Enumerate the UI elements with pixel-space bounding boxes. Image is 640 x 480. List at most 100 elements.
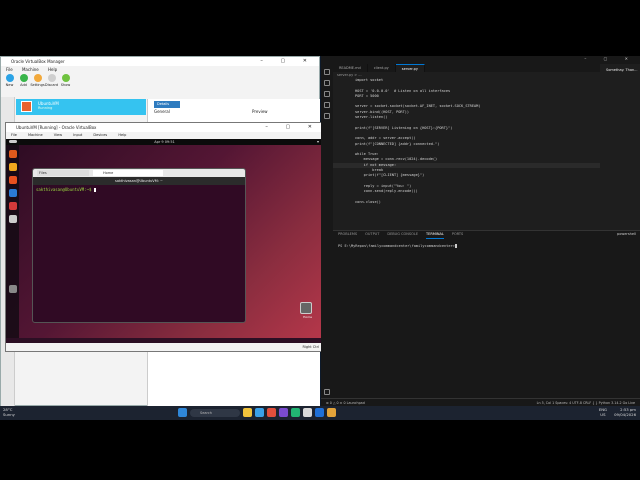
tab-ports[interactable]: PORTS [452, 231, 463, 239]
panel-tabs: PROBLEMS OUTPUT DEBUG CONSOLE TERMINAL P… [333, 231, 640, 239]
details-button[interactable]: Details [154, 101, 180, 108]
source-control-icon[interactable] [324, 91, 330, 97]
terminal-profile[interactable]: powershell [617, 231, 636, 238]
vm-menu-view[interactable]: View [54, 133, 62, 137]
start-icon[interactable] [178, 408, 187, 417]
help-icon[interactable] [8, 189, 17, 197]
terminal-dock-icon[interactable] [8, 285, 17, 293]
activity-bar [321, 64, 333, 398]
store-icon[interactable] [291, 408, 300, 417]
task-view-icon[interactable] [243, 408, 252, 417]
tab-client[interactable]: client.py [368, 64, 396, 72]
secondary-side-panel: Somethay. Than... [603, 64, 640, 89]
explorer-icon[interactable] [324, 69, 330, 75]
vm-title-bar: UbuntuVM [Running] - Oracle VirtualBox –… [6, 123, 323, 132]
account-icon[interactable] [324, 389, 330, 395]
vm-menu-bar: File Machine View Input Devices Help [6, 132, 323, 139]
trash-dock-icon[interactable] [8, 215, 17, 223]
side-panel-text: Somethay. Than... [606, 68, 638, 72]
weather-desc: Sunny [3, 411, 15, 417]
editor-tabs: README.md client.py server.py [333, 64, 600, 72]
vscode-title-bar: – ▢ ✕ [321, 56, 640, 64]
home-tab[interactable]: Home [93, 170, 163, 176]
code-line[interactable]: conn.close() [333, 200, 600, 205]
teams-icon[interactable] [279, 408, 288, 417]
vm-menu-help[interactable]: Help [118, 133, 126, 137]
tab-output[interactable]: OUTPUT [365, 231, 379, 239]
files-tab[interactable]: Files [37, 170, 89, 176]
terminal-cursor [93, 188, 96, 192]
vm-list-item[interactable]: UbuntuVM Running [16, 99, 146, 115]
add-icon [19, 74, 28, 82]
files-icon[interactable] [8, 163, 17, 171]
vscode-status-bar: ⊗ 0 △ 0 ⊙ 0 Launchpad Ln 5, Col 1 Spaces… [321, 398, 640, 406]
extensions-icon[interactable] [324, 113, 330, 119]
tab-problems[interactable]: PROBLEMS [338, 231, 357, 239]
software-icon[interactable] [8, 202, 17, 210]
activities-button[interactable] [9, 140, 17, 143]
vm-status-bar: Right Ctrl [6, 343, 323, 351]
powershell-prompt[interactable]: PS E:\MyRepos\familycommandcenter\family… [333, 239, 640, 248]
window-title: Oracle VirtualBox Manager [11, 59, 65, 64]
vm-menu-machine[interactable]: Machine [28, 133, 43, 137]
firefox-icon[interactable] [8, 150, 17, 158]
window-controls[interactable]: – ▢ ✕ [260, 57, 315, 66]
add-button[interactable]: Add [18, 74, 29, 87]
tab-server[interactable]: server.py [395, 64, 425, 72]
vm-window: UbuntuVM [Running] - Oracle VirtualBox –… [5, 122, 324, 352]
menu-machine[interactable]: Machine [22, 67, 39, 72]
ubuntu-dock [6, 145, 19, 338]
vm-state: Running [38, 106, 53, 110]
tab-readme[interactable]: README.md [333, 64, 368, 72]
vscode-window-controls[interactable]: – ▢ ✕ [584, 56, 636, 61]
terminal-window[interactable]: Files Home sakthivasan@UbuntuVM: ~ sakth… [32, 168, 246, 323]
app-center-icon[interactable] [8, 176, 17, 184]
settings-button[interactable]: Settings [30, 74, 45, 87]
file-explorer-icon[interactable] [303, 408, 312, 417]
preview-heading: Preview [252, 109, 268, 114]
office-icon[interactable] [267, 408, 276, 417]
breadcrumb[interactable]: server.py > ... [333, 73, 362, 77]
vm-window-title: UbuntuVM [Running] - Oracle VirtualBox [16, 125, 97, 130]
ubuntu-desktop[interactable]: Apr 9 09:51 ▾ Files Home sakthivasan@Ubu… [6, 139, 323, 338]
desktop: Oracle VirtualBox Manager – ▢ ✕ File Mac… [0, 56, 640, 420]
clock-date: 09/04/2026 [614, 411, 636, 417]
language-indicator[interactable]: ENG US [599, 407, 607, 417]
menu-help[interactable]: Help [48, 67, 57, 72]
home-folder-icon[interactable] [300, 302, 312, 314]
terminal-body[interactable]: sakthivasan@UbuntuVM:~$ [33, 185, 245, 194]
menu-bar: File Machine Help [1, 66, 319, 74]
search-box[interactable]: Search [190, 408, 240, 417]
show-button[interactable]: Show [60, 74, 71, 87]
show-arrow-icon [61, 74, 70, 82]
edge-icon[interactable] [255, 408, 264, 417]
clock[interactable]: 2:53 pm 09/04/2026 [614, 407, 636, 417]
vscode-terminal-cursor [454, 244, 457, 248]
virtualbox-taskbar-icon[interactable] [327, 408, 336, 417]
new-button[interactable]: New [4, 74, 15, 87]
run-debug-icon[interactable] [324, 102, 330, 108]
vm-window-controls[interactable]: – ▢ ✕ [265, 123, 320, 132]
tab-terminal[interactable]: TERMINAL [426, 231, 444, 239]
system-menu-icon[interactable]: ▾ [317, 139, 319, 145]
vscode-taskbar-icon[interactable] [315, 408, 324, 417]
vm-menu-input[interactable]: Input [73, 133, 82, 137]
region-code: US [600, 411, 606, 417]
discard-icon [47, 74, 56, 82]
vm-menu-devices[interactable]: Devices [93, 133, 107, 137]
weather-widget[interactable]: 28°C Sunny [3, 407, 15, 417]
search-icon[interactable] [324, 80, 330, 86]
code-editor[interactable]: import socket HOST = '0.0.0.0' # Listen o… [333, 78, 600, 230]
menu-file[interactable]: File [6, 67, 13, 72]
host-key-label: Right Ctrl [302, 345, 319, 349]
ubuntu-clock[interactable]: Apr 9 09:51 [154, 140, 175, 144]
title-bar: Oracle VirtualBox Manager – ▢ ✕ [1, 57, 319, 66]
new-icon [5, 74, 14, 82]
tab-debug-console[interactable]: DEBUG CONSOLE [387, 231, 418, 239]
bottom-panel: PROBLEMS OUTPUT DEBUG CONSOLE TERMINAL P… [333, 230, 640, 398]
gear-icon [33, 74, 42, 82]
discard-button[interactable]: Discard [45, 74, 58, 87]
ubuntu-top-bar: Apr 9 09:51 ▾ [6, 139, 323, 145]
vm-menu-file[interactable]: File [11, 133, 17, 137]
terminal-title: sakthivasan@UbuntuVM: ~ [33, 177, 245, 185]
